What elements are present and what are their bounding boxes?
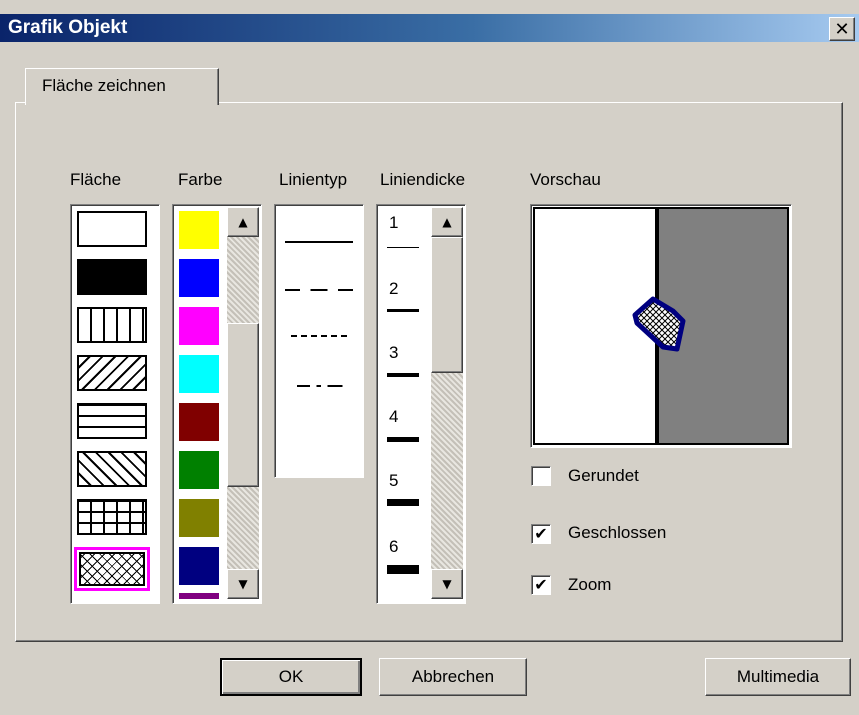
thickness-4-label[interactable]: 4 xyxy=(389,407,398,427)
color-magenta-swatch[interactable] xyxy=(179,307,219,345)
color-yellow-swatch[interactable] xyxy=(179,211,219,249)
thickness-6-line xyxy=(387,565,419,574)
cancel-button[interactable]: Abbrechen xyxy=(379,658,527,696)
preview-canvas xyxy=(533,207,789,445)
fill-pattern-list[interactable] xyxy=(70,204,160,604)
arrow-down-icon: ▼ xyxy=(238,577,248,591)
gerundet-label: Gerundet xyxy=(568,466,639,485)
line-dotted-option[interactable] xyxy=(291,335,347,337)
title-bar: Grafik Objekt ✕ xyxy=(0,14,859,42)
ok-button[interactable]: OK xyxy=(220,658,362,696)
line-dash-dot-option[interactable] xyxy=(297,385,347,387)
thickness-3-label[interactable]: 3 xyxy=(389,343,398,363)
color-navy-swatch[interactable] xyxy=(179,547,219,585)
window-title: Grafik Objekt xyxy=(8,17,128,38)
multimedia-button[interactable]: Multimedia xyxy=(705,658,851,696)
label-liniendicke: Liniendicke xyxy=(380,170,466,189)
fill-horizontal-lines-option[interactable] xyxy=(77,403,147,439)
check-icon: ✔ xyxy=(534,524,548,543)
zoom-label: Zoom xyxy=(568,575,612,594)
geschlossen-checkbox[interactable]: ✔ xyxy=(531,524,551,544)
geschlossen-label: Geschlossen xyxy=(568,523,667,542)
color-scrollbar[interactable]: ▲ ▼ xyxy=(227,207,259,599)
line-dashed-option[interactable] xyxy=(285,289,353,291)
fill-white-option[interactable] xyxy=(77,211,147,247)
thickness-6-label[interactable]: 6 xyxy=(389,537,398,557)
color-maroon-swatch[interactable] xyxy=(179,403,219,441)
label-farbe: Farbe xyxy=(178,170,223,189)
thickness-5-line xyxy=(387,499,419,506)
arrow-up-icon: ▲ xyxy=(238,215,248,229)
thickness-2-label[interactable]: 2 xyxy=(389,279,398,299)
thickness-3-line xyxy=(387,373,419,377)
line-type-list[interactable] xyxy=(274,204,364,478)
check-icon: ✔ xyxy=(534,575,548,594)
scroll-up-button[interactable]: ▲ xyxy=(227,207,259,237)
scroll-thumb[interactable] xyxy=(227,323,259,487)
fill-back-diagonal-lines-option[interactable] xyxy=(77,451,147,487)
zoom-checkbox[interactable]: ✔ xyxy=(531,575,551,595)
color-cyan-swatch[interactable] xyxy=(179,355,219,393)
thickness-1-label[interactable]: 1 xyxy=(389,213,398,233)
fill-black-option[interactable] xyxy=(77,259,147,295)
tab-flaeche-zeichnen[interactable]: Fläche zeichnen xyxy=(25,68,219,105)
color-green-swatch[interactable] xyxy=(179,451,219,489)
line-thickness-list[interactable]: 1 2 3 4 5 6 ▲ ▼ xyxy=(376,204,466,604)
gerundet-checkbox[interactable] xyxy=(531,466,551,486)
color-list[interactable]: ▲ ▼ xyxy=(172,204,262,604)
scroll-thumb[interactable] xyxy=(431,237,463,373)
fill-diagonal-lines-option[interactable] xyxy=(77,355,147,391)
label-flaeche: Fläche xyxy=(70,170,122,189)
line-solid-option[interactable] xyxy=(285,241,353,243)
preview-box xyxy=(530,204,792,448)
close-button[interactable]: ✕ xyxy=(829,17,855,41)
color-purple-partial xyxy=(179,593,219,599)
thickness-5-label[interactable]: 5 xyxy=(389,471,398,491)
arrow-up-icon: ▲ xyxy=(442,215,452,229)
thickness-1-line xyxy=(387,247,419,248)
fill-grid-option[interactable] xyxy=(77,499,147,535)
fill-crosshatch-option-selected[interactable] xyxy=(74,547,150,591)
tab-label: Fläche zeichnen xyxy=(42,76,166,95)
scroll-up-button[interactable]: ▲ xyxy=(431,207,463,237)
scroll-down-button[interactable]: ▼ xyxy=(227,569,259,599)
fill-vertical-lines-option[interactable] xyxy=(77,307,147,343)
thickness-2-line xyxy=(387,309,419,312)
scroll-down-button[interactable]: ▼ xyxy=(431,569,463,599)
thickness-scrollbar[interactable]: ▲ ▼ xyxy=(431,207,463,599)
label-vorschau: Vorschau xyxy=(530,170,601,189)
arrow-down-icon: ▼ xyxy=(442,577,452,591)
close-icon: ✕ xyxy=(834,18,850,40)
thickness-4-line xyxy=(387,437,419,442)
color-blue-swatch[interactable] xyxy=(179,259,219,297)
label-linientyp: Linientyp xyxy=(279,170,348,189)
color-olive-swatch[interactable] xyxy=(179,499,219,537)
